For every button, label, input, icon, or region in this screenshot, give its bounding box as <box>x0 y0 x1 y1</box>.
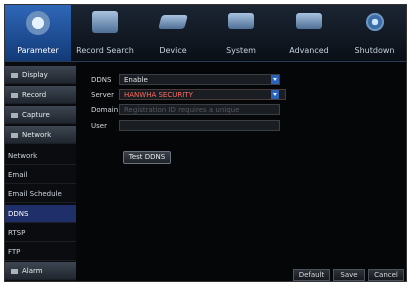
device-icon <box>158 15 188 29</box>
default-button[interactable]: Default <box>293 269 330 281</box>
sidebar-item-label: RTSP <box>8 229 26 237</box>
gear-icon <box>26 11 50 35</box>
sidebar-item-label: FTP <box>8 248 21 256</box>
sidebar-item-network[interactable]: Network <box>5 147 76 165</box>
alarm-icon <box>11 268 18 274</box>
top-menu-bar: Parameter Record Search Device System Ad… <box>5 5 406 62</box>
chevron-down-icon[interactable] <box>271 75 279 84</box>
domain-label: Domain <box>91 106 119 114</box>
sidebar-item-rtsp[interactable]: RTSP <box>5 224 76 242</box>
ddns-label: DDNS <box>91 76 112 84</box>
system-icon <box>228 13 254 29</box>
sidebar-item-label: Record <box>22 91 47 99</box>
sidebar-item-display[interactable]: Display <box>5 66 76 84</box>
network-icon <box>11 132 18 138</box>
advanced-icon <box>296 13 322 29</box>
test-ddns-button[interactable]: Test DDNS <box>123 151 171 164</box>
tab-device[interactable]: Device <box>139 5 207 61</box>
sidebar-item-label: Display <box>22 71 48 79</box>
save-button[interactable]: Save <box>333 269 365 281</box>
server-label: Server <box>91 91 114 99</box>
sidebar-item-ddns[interactable]: DDNS <box>5 205 76 223</box>
sidebar-item-label: Alarm <box>22 267 43 275</box>
tab-system[interactable]: System <box>207 5 275 61</box>
sidebar-item-network-group[interactable]: Network <box>5 126 76 144</box>
sidebar-item-label: Email Schedule <box>8 190 62 198</box>
sidebar-item-email-schedule[interactable]: Email Schedule <box>5 185 76 203</box>
tab-advanced[interactable]: Advanced <box>275 5 343 61</box>
record-icon <box>11 92 18 98</box>
capture-icon <box>11 112 18 118</box>
tab-label: Device <box>159 46 187 55</box>
sidebar-item-ftp[interactable]: FTP <box>5 243 76 261</box>
user-field[interactable] <box>119 120 280 131</box>
record-search-icon <box>92 11 118 33</box>
domain-field[interactable]: Registration ID requires a unique <box>119 104 280 115</box>
tab-shutdown[interactable]: Shutdown <box>343 5 406 61</box>
tab-label: System <box>226 46 256 55</box>
sidebar-item-alarm[interactable]: Alarm <box>5 262 76 280</box>
sidebar-item-label: Capture <box>22 111 50 119</box>
sidebar-item-capture[interactable]: Capture <box>5 106 76 124</box>
tab-label: Shutdown <box>354 46 395 55</box>
sidebar-item-label: Email <box>8 171 28 179</box>
sidebar-item-email[interactable]: Email <box>5 166 76 184</box>
sidebar: Display Record Capture Network Network E… <box>5 62 76 281</box>
tab-parameter[interactable]: Parameter <box>5 5 71 61</box>
tab-label: Record Search <box>76 46 134 55</box>
sidebar-item-record[interactable]: Record <box>5 86 76 104</box>
cancel-button[interactable]: Cancel <box>368 269 404 281</box>
tab-label: Parameter <box>17 46 59 55</box>
display-icon <box>11 72 18 78</box>
chevron-down-icon[interactable] <box>271 90 279 99</box>
sidebar-item-label: Network <box>8 152 38 160</box>
server-select[interactable]: HANWHA SECURITY <box>119 89 286 100</box>
ddns-select[interactable]: Enable <box>119 74 280 85</box>
user-label: User <box>91 122 107 130</box>
tab-label: Advanced <box>289 46 329 55</box>
power-icon <box>365 13 384 31</box>
sidebar-item-label: DDNS <box>8 210 29 218</box>
dvr-screen: Parameter Record Search Device System Ad… <box>4 4 407 282</box>
sidebar-item-label: Network <box>22 131 52 139</box>
tab-record-search[interactable]: Record Search <box>71 5 139 61</box>
